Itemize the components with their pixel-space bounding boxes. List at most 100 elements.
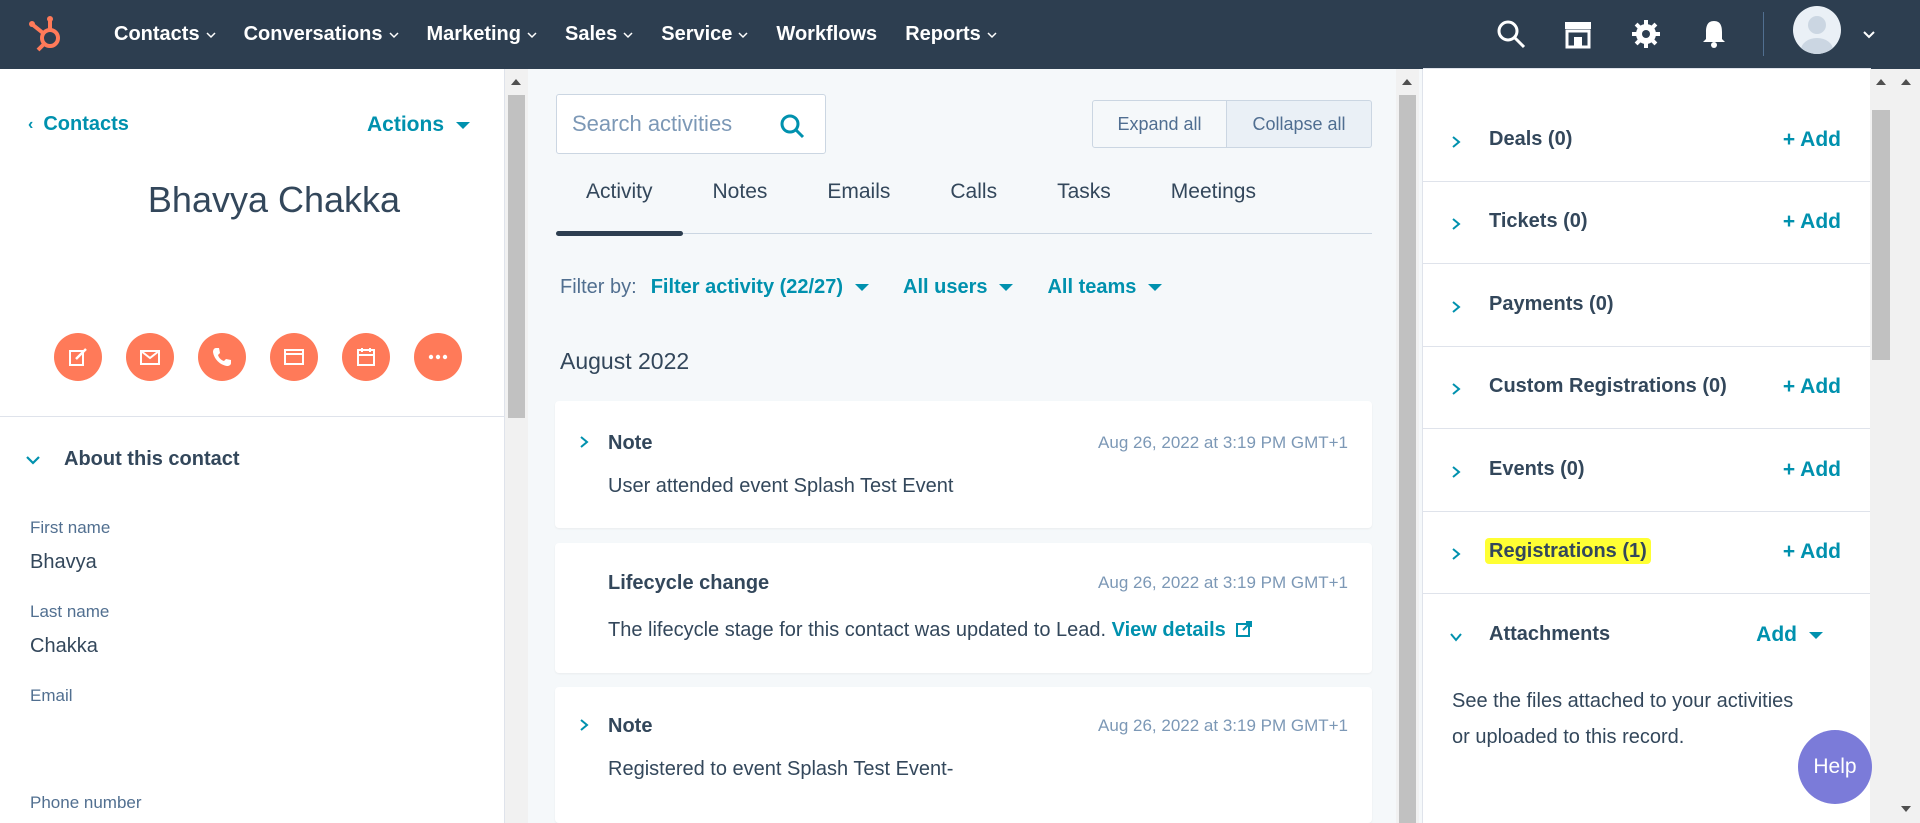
attachments-description: See the files attached to your activitie… [1452, 690, 1794, 748]
page-scrollbar[interactable] [1892, 69, 1920, 823]
activity-card-title: Note [608, 715, 653, 737]
tab-activity[interactable]: Activity [556, 180, 683, 236]
nav-workflows[interactable]: Workflows [776, 23, 877, 46]
create-note-button[interactable] [54, 333, 102, 381]
actions-dropdown[interactable]: Actions [367, 113, 471, 137]
nav-contacts[interactable]: Contacts [114, 23, 216, 46]
add-ticket-button[interactable]: + Add [1783, 210, 1841, 234]
tab-emails[interactable]: Emails [797, 180, 920, 234]
schedule-meeting-button[interactable] [342, 333, 390, 381]
month-heading: August 2022 [560, 348, 690, 374]
expand-collapse-group: Expand all Collapse all [1092, 100, 1372, 148]
chevron-right-icon[interactable] [577, 718, 591, 732]
nav-label: Workflows [776, 23, 878, 45]
back-to-contacts-link[interactable]: ‹ Contacts [28, 113, 129, 136]
send-email-button[interactable] [126, 333, 174, 381]
caret-down-icon [855, 284, 869, 291]
scroll-up-arrow-icon[interactable] [1901, 79, 1911, 85]
search-icon[interactable] [779, 113, 805, 139]
tab-notes[interactable]: Notes [683, 180, 798, 234]
scroll-down-arrow-icon[interactable] [1901, 806, 1911, 812]
task-icon [284, 349, 304, 365]
external-link-icon [1236, 621, 1253, 637]
contact-name: Bhavya Chakka [147, 179, 401, 220]
first-name-value[interactable]: Bhavya [30, 551, 97, 574]
activity-card[interactable]: Note Aug 26, 2022 at 3:19 PM GMT+1 User … [555, 401, 1372, 528]
last-name-label: Last name [30, 602, 110, 621]
add-deal-button[interactable]: + Add [1783, 128, 1841, 152]
add-attachment-dropdown[interactable]: Add [1756, 623, 1823, 647]
tab-tasks[interactable]: Tasks [1027, 180, 1141, 234]
all-users-dropdown[interactable]: All users [903, 276, 1014, 299]
chevron-right-icon [1452, 301, 1461, 313]
chevron-down-icon [987, 31, 997, 38]
about-section-toggle[interactable]: About this contact [24, 448, 240, 471]
association-section-events[interactable]: Events (0) + Add [1423, 430, 1871, 512]
activity-body: Registered to event Splash Test Event- [608, 758, 954, 780]
nav-marketing[interactable]: Marketing [427, 23, 537, 46]
add-registration-button[interactable]: + Add [1783, 540, 1841, 564]
all-users-label: All users [903, 276, 988, 298]
scroll-up-arrow-icon[interactable] [1402, 79, 1412, 85]
right-scrollbar-thumb[interactable] [1872, 110, 1890, 360]
section-title: Tickets (0) [1489, 210, 1588, 232]
association-section-attachments[interactable]: Attachments Add [1423, 595, 1871, 677]
nav-sales[interactable]: Sales [565, 23, 633, 46]
scroll-up-arrow-icon[interactable] [511, 79, 521, 85]
nav-reports[interactable]: Reports [905, 23, 997, 46]
association-section [1423, 0, 1871, 69]
email-value[interactable] [30, 719, 330, 747]
actions-label: Actions [367, 113, 445, 136]
chevron-right-icon[interactable] [577, 435, 591, 449]
chevron-right-icon [1452, 548, 1461, 560]
make-call-button[interactable] [198, 333, 246, 381]
activity-body-text: The lifecycle stage for this contact was… [608, 619, 1107, 641]
nav-label: Marketing [426, 23, 521, 45]
caret-down-icon [1809, 631, 1823, 639]
last-name-value[interactable]: Chakka [30, 635, 98, 658]
association-section-custom-registrations[interactable]: Custom Registrations (0) + Add [1423, 347, 1871, 429]
association-section-registrations[interactable]: Registrations (1) + Add [1423, 512, 1871, 594]
nav-conversations[interactable]: Conversations [244, 23, 399, 46]
filter-bar: Filter by: Filter activity (22/27) All u… [560, 276, 1196, 299]
phone-number-label: Phone number [30, 793, 142, 812]
activity-body: User attended event Splash Test Event [608, 475, 954, 497]
tab-meetings[interactable]: Meetings [1141, 180, 1286, 234]
collapse-all-button[interactable]: Collapse all [1227, 100, 1372, 148]
activity-card-title: Lifecycle change [608, 572, 770, 594]
about-section-title: About this contact [64, 448, 240, 470]
more-actions-button[interactable] [414, 333, 462, 381]
back-link-label: Contacts [43, 113, 129, 135]
activity-timestamp: Aug 26, 2022 at 3:19 PM GMT+1 [1098, 433, 1348, 452]
filter-activity-dropdown[interactable]: Filter activity (22/27) [651, 276, 869, 299]
section-title: Payments (0) [1489, 293, 1614, 315]
add-event-button[interactable]: + Add [1783, 458, 1841, 482]
scroll-up-arrow-icon[interactable] [1876, 79, 1886, 85]
note-icon [69, 348, 87, 366]
association-section-deals[interactable]: Deals (0) + Add [1423, 100, 1871, 182]
expand-all-button[interactable]: Expand all [1092, 100, 1227, 148]
activity-timestamp: Aug 26, 2022 at 3:19 PM GMT+1 [1098, 573, 1348, 592]
center-scrollbar-thumb[interactable] [1399, 95, 1416, 823]
nav-label: Reports [905, 23, 981, 45]
search-activities-field[interactable] [556, 94, 826, 154]
search-activities-input[interactable] [572, 111, 772, 137]
chevron-right-icon [1452, 136, 1461, 148]
help-button[interactable]: Help [1798, 730, 1872, 804]
left-scrollbar-thumb[interactable] [508, 95, 525, 418]
all-teams-dropdown[interactable]: All teams [1047, 276, 1163, 299]
activity-card[interactable]: Note Aug 26, 2022 at 3:19 PM GMT+1 Regis… [555, 687, 1372, 823]
association-section-tickets[interactable]: Tickets (0) + Add [1423, 182, 1871, 264]
hubspot-logo-icon[interactable] [28, 12, 70, 54]
section-title: Deals (0) [1489, 128, 1573, 150]
add-custom-registration-button[interactable]: + Add [1783, 375, 1841, 399]
create-task-button[interactable] [270, 333, 318, 381]
chevron-down-icon [388, 31, 399, 38]
tab-calls[interactable]: Calls [920, 180, 1027, 234]
nav-label: Conversations [243, 23, 383, 45]
section-title: Attachments [1489, 623, 1611, 645]
view-details-link[interactable]: View details [1112, 619, 1254, 641]
activity-card[interactable]: Lifecycle change Aug 26, 2022 at 3:19 PM… [555, 543, 1372, 673]
association-section-payments[interactable]: Payments (0) [1423, 265, 1871, 347]
nav-service[interactable]: Service [661, 23, 748, 46]
